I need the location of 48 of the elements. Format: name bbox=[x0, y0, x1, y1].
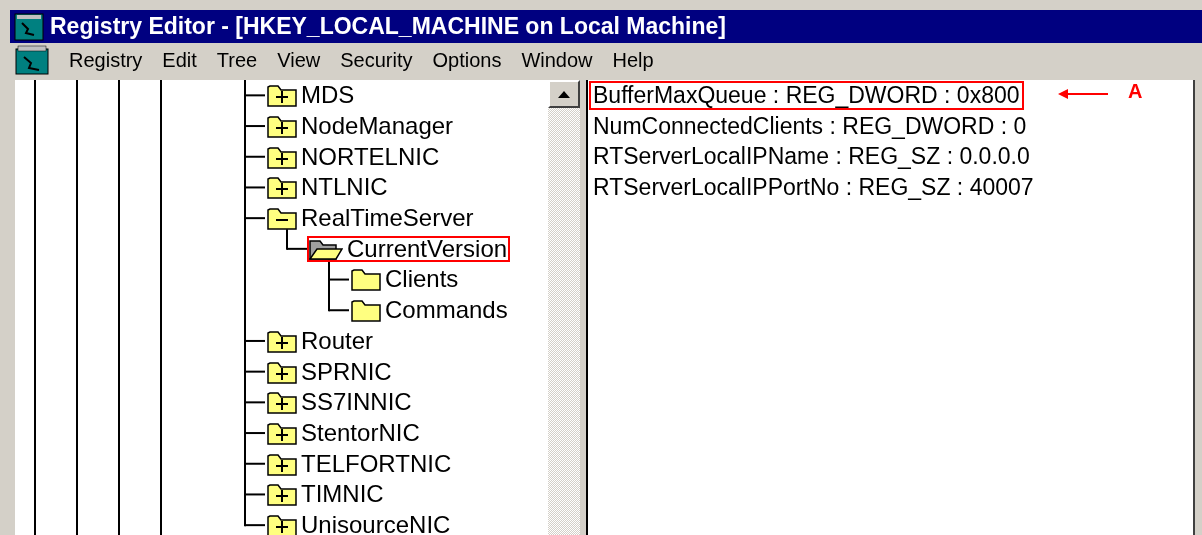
expand-folder-icon[interactable] bbox=[267, 175, 297, 200]
expand-folder-icon[interactable] bbox=[267, 114, 297, 139]
registry-key[interactable]: SPRNIC bbox=[301, 359, 392, 384]
registry-key[interactable]: TELFORTNIC bbox=[301, 451, 452, 476]
expand-folder-icon[interactable] bbox=[267, 451, 297, 476]
folder-icon[interactable] bbox=[351, 298, 381, 323]
menu-item[interactable]: Edit bbox=[162, 44, 197, 75]
value-entry[interactable]: RTServerLocalIPPortNo : REG_SZ : 40007 bbox=[590, 173, 1037, 201]
registry-key[interactable]: Clients bbox=[385, 267, 459, 292]
folder-icon[interactable] bbox=[351, 267, 381, 292]
value-entry[interactable]: RTServerLocalIPName : REG_SZ : 0.0.0.0 bbox=[590, 143, 1033, 171]
menu-item[interactable]: Options bbox=[432, 44, 502, 75]
registry-key[interactable]: CurrentVersion bbox=[347, 236, 508, 261]
app-icon bbox=[14, 12, 44, 41]
registry-key[interactable]: NodeManager bbox=[301, 114, 454, 139]
menu-item[interactable]: Window bbox=[521, 44, 593, 75]
scroll-up-button[interactable] bbox=[548, 80, 580, 108]
expand-folder-icon[interactable] bbox=[267, 359, 297, 384]
value-entry[interactable]: BufferMaxQueue : REG_DWORD : 0x800 bbox=[590, 81, 1023, 109]
expand-folder-icon[interactable] bbox=[267, 420, 297, 445]
registry-key[interactable]: Commands bbox=[385, 298, 508, 323]
registry-key[interactable]: SS7INNIC bbox=[301, 390, 412, 415]
callout-label: A bbox=[1128, 79, 1143, 104]
registry-key[interactable]: RealTimeServer bbox=[301, 206, 474, 231]
menu-item[interactable]: View bbox=[277, 44, 321, 75]
expand-folder-icon[interactable] bbox=[267, 512, 297, 535]
registry-key[interactable]: TIMNIC bbox=[301, 482, 384, 507]
expand-folder-icon[interactable] bbox=[267, 83, 297, 108]
registry-key[interactable]: NTLNIC bbox=[301, 175, 388, 200]
callout-arrow bbox=[1058, 88, 1108, 100]
expand-folder-icon[interactable] bbox=[267, 390, 297, 415]
menu-item[interactable]: Security bbox=[340, 44, 413, 75]
menu-item[interactable]: Tree bbox=[216, 44, 258, 75]
registry-key[interactable]: StentorNIC bbox=[301, 420, 420, 445]
expand-folder-icon[interactable] bbox=[267, 328, 297, 353]
menu-item[interactable]: Help bbox=[612, 44, 654, 75]
registry-key[interactable]: MDS bbox=[301, 83, 355, 108]
up-arrow-icon bbox=[558, 90, 570, 98]
menu-item[interactable]: Registry bbox=[69, 44, 143, 75]
document-icon bbox=[15, 44, 49, 75]
registry-key[interactable]: UnisourceNIC bbox=[301, 512, 451, 535]
window-title: Registry Editor - [HKEY_LOCAL_MACHINE on Local Machine] bbox=[50, 12, 726, 42]
expand-folder-icon[interactable] bbox=[267, 144, 297, 169]
collapse-folder-icon[interactable] bbox=[267, 206, 297, 231]
expand-folder-icon[interactable] bbox=[267, 482, 297, 507]
registry-key[interactable]: NORTELNIC bbox=[301, 144, 440, 169]
registry-key[interactable]: Router bbox=[301, 328, 374, 353]
value-entry[interactable]: NumConnectedClients : REG_DWORD : 0 bbox=[590, 112, 1030, 140]
